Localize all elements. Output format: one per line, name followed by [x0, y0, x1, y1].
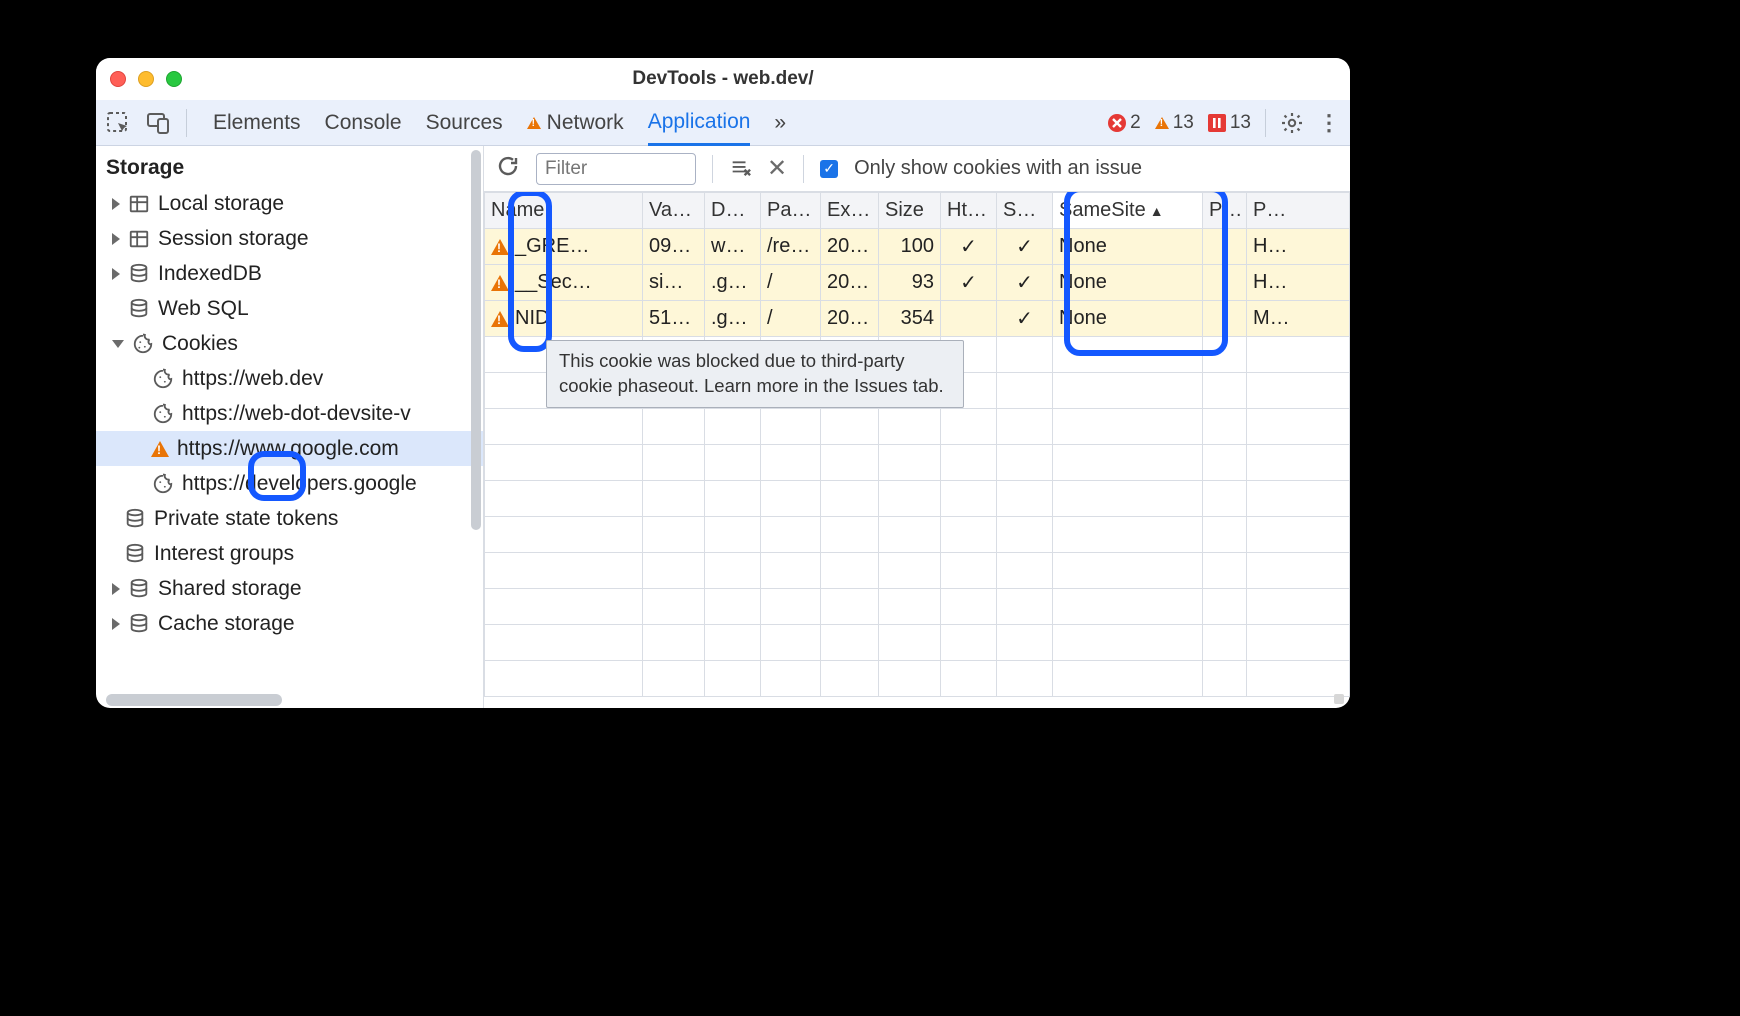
devtools-tabstrip: Elements Console Sources Network Applica…: [96, 100, 1350, 146]
vertical-scrollbar[interactable]: [471, 150, 481, 530]
table-row[interactable]: __Sec…si….g…/20…93✓✓NoneH…: [485, 265, 1350, 301]
horizontal-scrollbar[interactable]: [106, 694, 282, 706]
col-secure[interactable]: Se…: [997, 193, 1053, 229]
storage-tree: Local storage Session storage IndexedDB: [96, 184, 483, 708]
database-icon: [128, 578, 150, 600]
tree-item-indexeddb[interactable]: IndexedDB: [96, 256, 483, 291]
settings-icon[interactable]: [1280, 111, 1304, 135]
cookies-toolbar: ✕ ✓ Only show cookies with an issue: [484, 146, 1350, 192]
cookie-icon: [152, 368, 174, 390]
table-row-empty: [485, 481, 1350, 517]
table-row-empty: [485, 517, 1350, 553]
database-icon: [128, 613, 150, 635]
sidebar-section-title: Storage: [96, 146, 483, 184]
table-row-empty: [485, 409, 1350, 445]
warning-icon: [1155, 117, 1169, 129]
tab-more[interactable]: »: [774, 100, 786, 145]
titlebar: DevTools - web.dev/: [96, 58, 1350, 100]
cookie-icon: [152, 473, 174, 495]
col-value[interactable]: Va…: [643, 193, 705, 229]
clear-icon[interactable]: ✕: [767, 154, 787, 183]
table-row-empty: [485, 553, 1350, 589]
col-size[interactable]: Size: [879, 193, 941, 229]
inspect-icon[interactable]: [106, 111, 130, 135]
application-sidebar: Storage Local storage Session storage: [96, 146, 484, 708]
database-icon: [124, 508, 146, 530]
tree-item-private-state-tokens[interactable]: Private state tokens: [96, 501, 483, 536]
tree-item-cookie-origin-selected[interactable]: https://www.google.com: [96, 431, 483, 466]
col-httponly[interactable]: Ht…: [941, 193, 997, 229]
tree-item-session-storage[interactable]: Session storage: [96, 221, 483, 256]
tab-network[interactable]: Network: [527, 100, 624, 145]
warning-icon: [491, 311, 509, 327]
table-row[interactable]: _GRE…09…w…/re…20…100✓✓NoneH…: [485, 229, 1350, 265]
close-icon[interactable]: [110, 71, 126, 87]
cookie-name: NID: [515, 307, 549, 330]
tree-item-cookies[interactable]: Cookies: [96, 326, 483, 361]
sort-asc-icon: ▲: [1150, 203, 1164, 219]
cookie-icon: [132, 333, 154, 355]
tab-sources[interactable]: Sources: [426, 100, 503, 145]
table-row-empty: [485, 589, 1350, 625]
cookie-blocked-tooltip: This cookie was blocked due to third-par…: [546, 340, 964, 408]
col-domain[interactable]: D…: [705, 193, 761, 229]
table-header-row: Name Va… D… Pa… Ex… Size Ht… Se… SameSit…: [485, 193, 1350, 229]
tab-elements[interactable]: Elements: [213, 100, 301, 145]
warning-icon: [491, 239, 509, 255]
col-partition-key[interactable]: P…: [1203, 193, 1247, 229]
tree-item-interest-groups[interactable]: Interest groups: [96, 536, 483, 571]
col-samesite[interactable]: SameSite▲: [1053, 193, 1203, 229]
resize-handle[interactable]: [1334, 694, 1344, 704]
warning-icon: [491, 275, 509, 291]
window-controls: [110, 71, 182, 87]
only-issue-checkbox[interactable]: ✓: [820, 160, 838, 178]
warning-icon: [151, 441, 169, 457]
status-issues[interactable]: 13: [1208, 112, 1251, 134]
reload-icon[interactable]: [496, 154, 520, 184]
clear-all-icon[interactable]: [729, 155, 751, 183]
col-path[interactable]: Pa…: [761, 193, 821, 229]
col-priority[interactable]: P…: [1247, 193, 1350, 229]
tree-item-shared-storage[interactable]: Shared storage: [96, 571, 483, 606]
cookies-table-wrap: Name Va… D… Pa… Ex… Size Ht… Se… SameSit…: [484, 192, 1350, 708]
filter-input[interactable]: [536, 153, 696, 185]
cookie-name: __Sec…: [515, 271, 592, 294]
tree-item-cookie-origin[interactable]: https://web-dot-devsite-v: [96, 396, 483, 431]
cookies-panel: ✕ ✓ Only show cookies with an issue: [484, 146, 1350, 708]
database-icon: [124, 543, 146, 565]
tree-item-cookie-origin[interactable]: https://web.dev: [96, 361, 483, 396]
tree-item-local-storage[interactable]: Local storage: [96, 186, 483, 221]
devtools-window: DevTools - web.dev/ Elements Console Sou…: [96, 58, 1350, 708]
col-name[interactable]: Name: [485, 193, 643, 229]
minimize-icon[interactable]: [138, 71, 154, 87]
cookies-table: Name Va… D… Pa… Ex… Size Ht… Se… SameSit…: [484, 192, 1350, 697]
table-icon: [128, 193, 150, 215]
maximize-icon[interactable]: [166, 71, 182, 87]
tab-application[interactable]: Application: [648, 101, 751, 146]
status-errors[interactable]: 2: [1108, 112, 1141, 134]
database-icon: [128, 263, 150, 285]
database-icon: [128, 298, 150, 320]
cookie-name: _GRE…: [515, 235, 589, 258]
col-expires[interactable]: Ex…: [821, 193, 879, 229]
cookie-icon: [152, 403, 174, 425]
tree-item-cookie-origin[interactable]: https://developers.google: [96, 466, 483, 501]
tab-console[interactable]: Console: [325, 100, 402, 145]
only-issue-label: Only show cookies with an issue: [854, 157, 1142, 180]
window-title: DevTools - web.dev/: [632, 68, 813, 90]
table-row[interactable]: NID51….g…/20…354✓NoneM…: [485, 301, 1350, 337]
table-row-empty: [485, 661, 1350, 697]
device-toolbar-icon[interactable]: [146, 111, 170, 135]
status-warnings[interactable]: 13: [1155, 112, 1194, 134]
tree-item-websql[interactable]: Web SQL: [96, 291, 483, 326]
kebab-menu-icon[interactable]: ⋮: [1318, 110, 1340, 136]
table-row-empty: [485, 625, 1350, 661]
table-icon: [128, 228, 150, 250]
tree-item-cache-storage[interactable]: Cache storage: [96, 606, 483, 641]
table-row-empty: [485, 445, 1350, 481]
warning-icon: [527, 117, 541, 129]
